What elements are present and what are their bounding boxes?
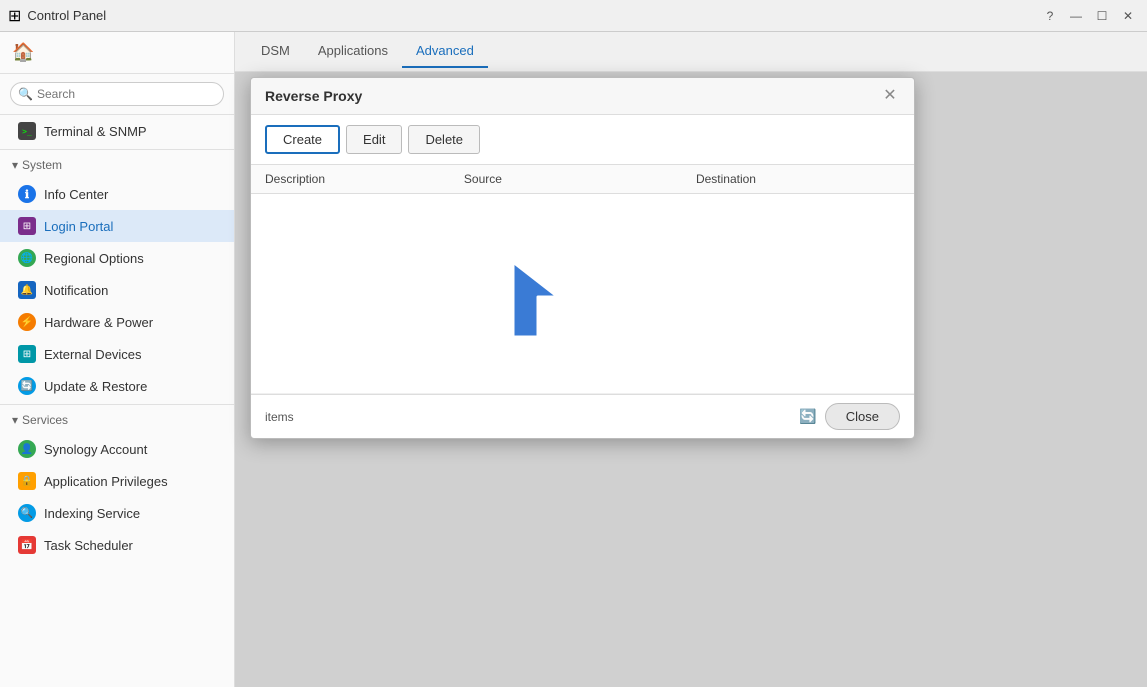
titlebar: ⊞ Control Panel ? — ☐ ✕ (0, 0, 1147, 32)
close-window-button[interactable]: ✕ (1117, 5, 1139, 27)
sidebar-item-label: External Devices (44, 347, 142, 362)
tab-advanced[interactable]: Advanced (402, 35, 488, 68)
tab-dsm[interactable]: DSM (247, 35, 304, 68)
terminal-icon: >_ (18, 122, 36, 140)
modal-overlay: Reverse Proxy ✕ Create Edit Delete (235, 72, 1147, 687)
maximize-button[interactable]: ☐ (1091, 5, 1113, 27)
services-label: Services (22, 413, 68, 427)
sidebar-item-synology-account[interactable]: 👤 Synology Account (0, 433, 234, 465)
synology-account-icon: 👤 (18, 440, 36, 458)
sidebar-item-update[interactable]: 🔄 Update & Restore (0, 370, 234, 402)
reverse-proxy-modal: Reverse Proxy ✕ Create Edit Delete (250, 77, 915, 439)
refresh-button[interactable]: 🔄 (799, 408, 816, 425)
table-empty-row (251, 194, 914, 394)
create-button[interactable]: Create (265, 125, 340, 154)
content-area: DSM Applications Advanced Reverse Proxy … (235, 32, 1147, 687)
sidebar-item-label: Login Portal (44, 219, 113, 234)
col-header-destination: Destination (682, 165, 914, 194)
modal-title: Reverse Proxy (265, 88, 362, 104)
sidebar-item-label: Hardware & Power (44, 315, 153, 330)
minimize-button[interactable]: — (1065, 5, 1087, 27)
delete-button[interactable]: Delete (408, 125, 480, 154)
modal-close-button[interactable]: ✕ (880, 86, 900, 106)
sidebar-item-task-scheduler[interactable]: 📅 Task Scheduler (0, 529, 234, 561)
modal-table: Description Source Destination (251, 165, 914, 394)
sidebar-item-info-center[interactable]: ℹ Info Center (0, 178, 234, 210)
sidebar-item-login-portal[interactable]: ⊞ Login Portal (0, 210, 234, 242)
collapse-icon: ▾ (12, 413, 18, 427)
info-center-icon: ℹ (18, 185, 36, 203)
login-portal-icon: ⊞ (18, 217, 36, 235)
search-input[interactable] (10, 82, 224, 106)
collapse-icon: ▾ (12, 158, 18, 172)
sidebar-item-label: Notification (44, 283, 108, 298)
col-header-source: Source (450, 165, 682, 194)
regional-icon: 🌐 (18, 249, 36, 267)
sidebar-item-indexing[interactable]: 🔍 Indexing Service (0, 497, 234, 529)
tab-applications[interactable]: Applications (304, 35, 402, 68)
search-icon: 🔍 (18, 87, 33, 101)
sidebar-search-area: 🔍 (0, 74, 234, 115)
footer-items-label: items (265, 410, 294, 424)
update-icon: 🔄 (18, 377, 36, 395)
sidebar-item-label: Indexing Service (44, 506, 140, 521)
sidebar-item-external[interactable]: ⊞ External Devices (0, 338, 234, 370)
close-button[interactable]: Close (825, 403, 900, 430)
tabbar: DSM Applications Advanced (235, 32, 1147, 72)
external-icon: ⊞ (18, 345, 36, 363)
sidebar-item-label: Regional Options (44, 251, 144, 266)
indexing-icon: 🔍 (18, 504, 36, 522)
sidebar-item-app-privileges[interactable]: 🔒 Application Privileges (0, 465, 234, 497)
sidebar-item-label: Info Center (44, 187, 108, 202)
sidebar-item-hardware[interactable]: ⚡ Hardware & Power (0, 306, 234, 338)
sidebar-item-label: Synology Account (44, 442, 147, 457)
app-icon: ⊞ (8, 6, 21, 26)
services-section-header[interactable]: ▾ Services (0, 407, 234, 433)
sidebar-item-label: Update & Restore (44, 379, 147, 394)
help-button[interactable]: ? (1039, 5, 1061, 27)
notification-icon: 🔔 (18, 281, 36, 299)
sidebar-item-notification[interactable]: 🔔 Notification (0, 274, 234, 306)
task-scheduler-icon: 📅 (18, 536, 36, 554)
sidebar: 🏠 🔍 >_ Terminal & SNMP ▾ System ℹ Info C… (0, 32, 235, 687)
home-icon: 🏠 (12, 42, 34, 63)
modal-footer: items 🔄 Close (251, 394, 914, 438)
app-title: Control Panel (27, 8, 106, 23)
sidebar-item-label: Terminal & SNMP (44, 124, 147, 139)
modal-toolbar: Create Edit Delete (251, 115, 914, 165)
app-privileges-icon: 🔒 (18, 472, 36, 490)
col-header-description: Description (251, 165, 450, 194)
hardware-icon: ⚡ (18, 313, 36, 331)
system-label: System (22, 158, 62, 172)
content-body: Reverse Proxy Reverse Proxy allows acces… (235, 72, 1147, 687)
edit-button[interactable]: Edit (346, 125, 402, 154)
sidebar-home-button[interactable]: 🏠 (0, 32, 234, 74)
sidebar-item-label: Application Privileges (44, 474, 168, 489)
sidebar-item-regional[interactable]: 🌐 Regional Options (0, 242, 234, 274)
sidebar-item-terminal[interactable]: >_ Terminal & SNMP (0, 115, 234, 147)
modal-header: Reverse Proxy ✕ (251, 78, 914, 115)
system-section-header[interactable]: ▾ System (0, 152, 234, 178)
sidebar-item-label: Task Scheduler (44, 538, 133, 553)
